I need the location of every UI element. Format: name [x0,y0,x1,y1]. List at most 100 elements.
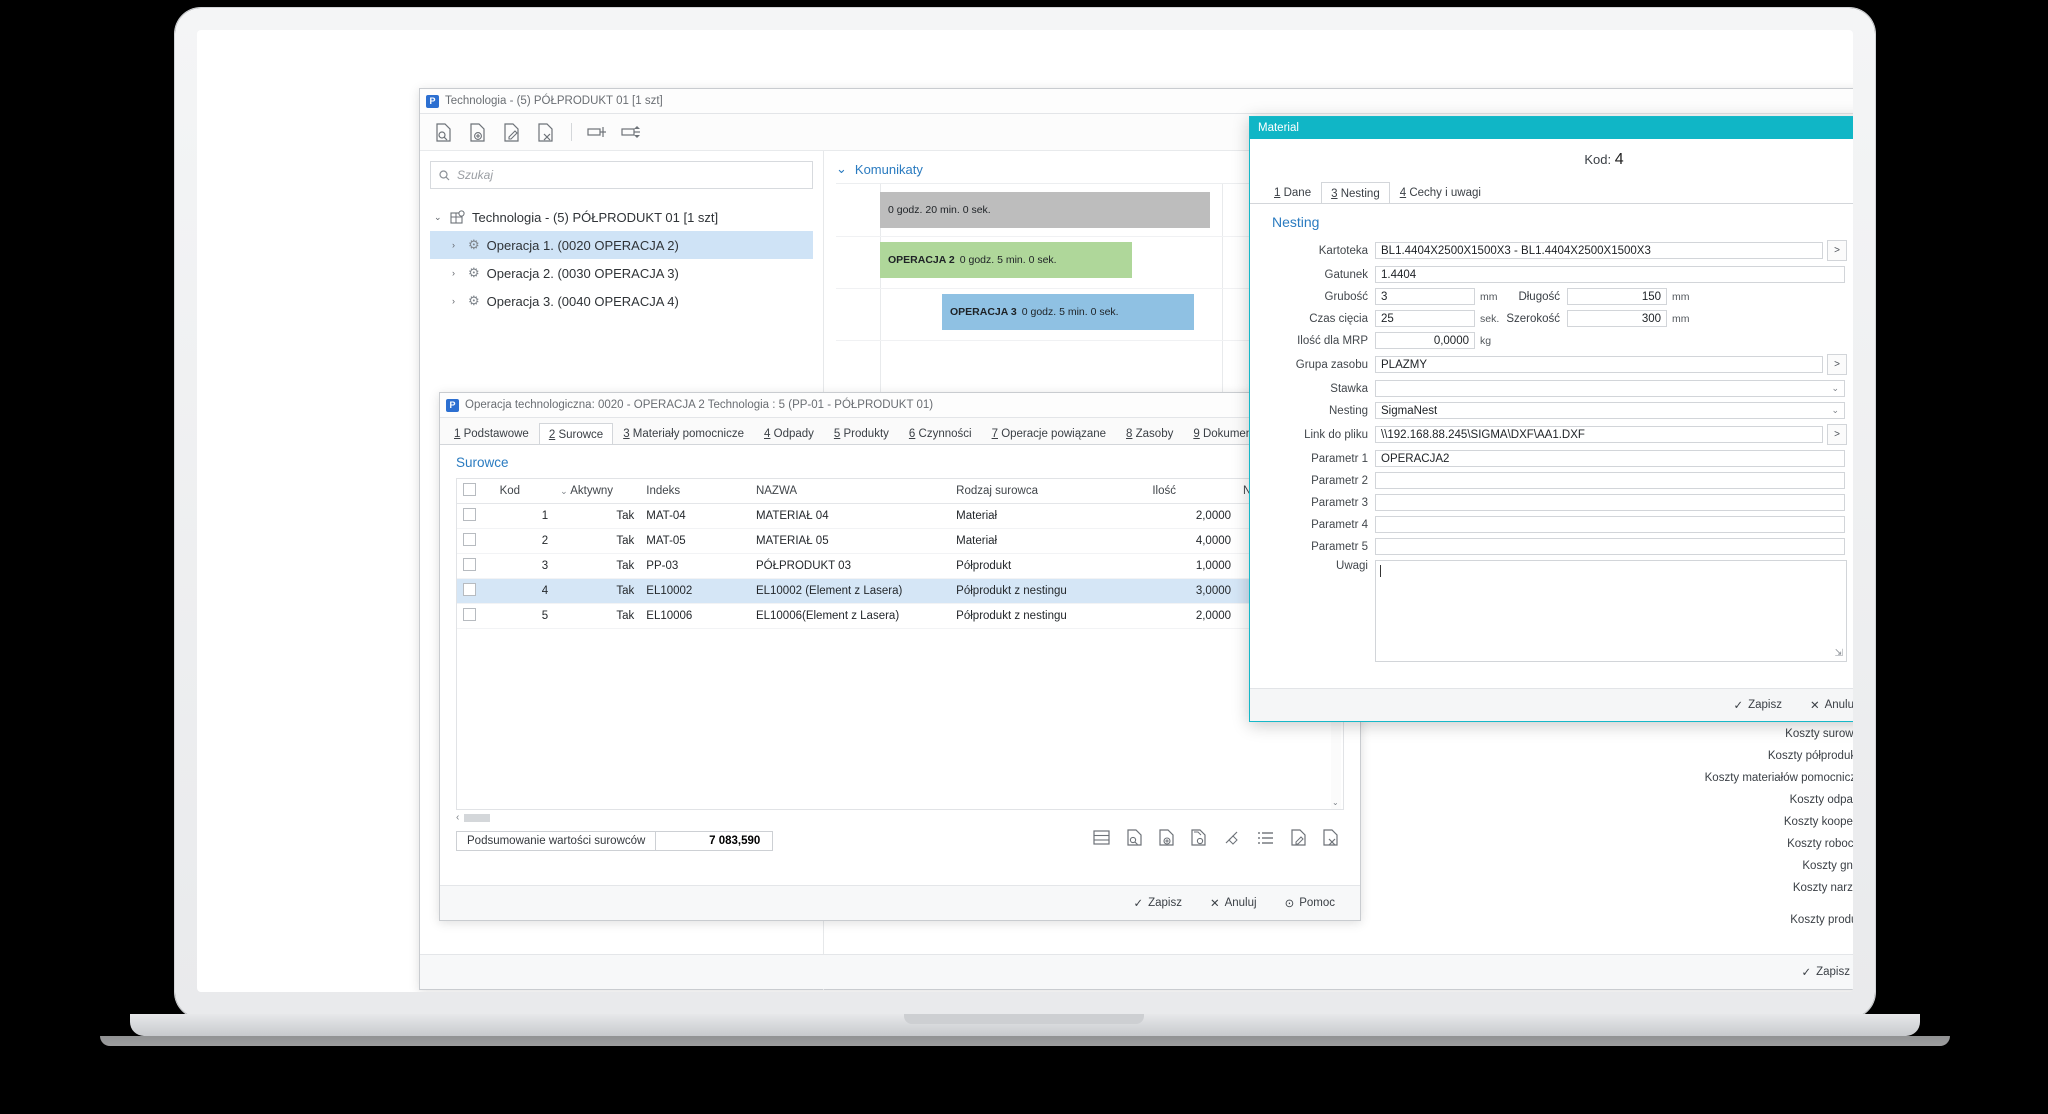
chevron-right-icon[interactable]: › [452,268,461,278]
parametr-1-input[interactable]: OPERACJA2 [1375,450,1845,467]
scrollbar-thumb[interactable] [464,813,491,822]
search-input[interactable]: Szukaj [430,161,813,189]
kartoteka-input[interactable]: BL1.4404X2500X1500X3 - BL1.4404X2500X150… [1375,242,1823,259]
tab-zasoby[interactable]: 8 Zasoby [1116,422,1183,444]
table-row[interactable]: 3 Tak PP-03 PÓŁPRODUKT 03 Półprodukt 1,0… [457,553,1343,579]
tab-surowce[interactable]: 2 Surowce [538,423,614,444]
row-checkbox[interactable] [457,528,494,554]
row-checkbox[interactable] [457,578,494,604]
parametr-4-input[interactable] [1375,516,1845,533]
scroll-down-icon[interactable]: ⌄ [1332,798,1339,807]
parametr-2-input[interactable] [1375,472,1845,489]
link-do-pliku-input[interactable]: \\192.168.88.245\SIGMA\DXF\AA1.DXF [1375,426,1823,443]
nesting-select[interactable]: SigmaNest ⌄ [1375,402,1845,419]
chevron-right-icon[interactable]: › [452,240,461,250]
tab-podstawowe[interactable]: 1 Podstawowe [444,422,539,444]
gantt-bar-operacja-3[interactable]: OPERACJA 3 0 godz. 5 min. 0 sek. [942,294,1194,330]
tab-nesting[interactable]: 3 Nesting [1321,182,1390,203]
row-checkbox[interactable] [457,603,494,629]
checkbox-icon[interactable] [463,533,476,546]
col-rodzaj-surowca[interactable]: Rodzaj surowca [950,479,1147,504]
tree-item-operacja-1[interactable]: › ⚙ Operacja 1. (0020 OPERACJA 2) [430,231,813,259]
col-kod[interactable]: Kod [493,479,555,504]
link-do-pliku-browse-button[interactable]: > [1827,424,1847,445]
operacja-window: P Operacja technologiczna: 0020 - OPERAC… [439,392,1361,921]
document-add-icon[interactable] [1159,829,1174,851]
tab-odpady[interactable]: 4 Odpady [754,422,824,444]
link-icon[interactable] [1223,830,1240,851]
parametr-3-input[interactable] [1375,494,1845,511]
arrow-move-icon[interactable] [619,119,645,145]
resize-handle-icon[interactable]: ⇲ [1835,648,1843,659]
document-delete-icon[interactable] [532,119,558,145]
chevron-down-icon[interactable]: ⌄ [836,161,847,177]
szerokosc-input[interactable]: 300 [1567,310,1667,327]
gantt-bar-total[interactable]: 0 godz. 20 min. 0 sek. [880,192,1210,228]
col-aktywny[interactable]: ⌄ Aktywny [554,479,641,504]
tree-item-operacja-3[interactable]: › ⚙ Operacja 3. (0040 OPERACJA 4) [430,287,813,315]
list-icon[interactable] [1257,831,1274,850]
save-button[interactable]: ✓ Zapisz [1790,960,1853,984]
document-search-icon[interactable] [1127,829,1142,851]
gatunek-input[interactable]: 1.4404 [1375,266,1845,283]
parametr-5-input[interactable] [1375,538,1845,555]
chevron-right-icon[interactable]: › [452,296,461,306]
uwagi-textarea[interactable]: ⇲ [1375,560,1847,662]
kod-value: 4 [1614,151,1624,168]
arrow-insert-icon[interactable] [585,119,611,145]
chevron-down-icon[interactable]: ⌄ [1831,405,1839,416]
checkbox-icon[interactable] [463,483,476,496]
scroll-left-icon[interactable]: ‹ [456,812,459,823]
document-edit-icon[interactable] [1291,829,1306,851]
material-dialog-title: Material [1258,122,1299,134]
dlugosc-input[interactable]: 150 [1567,288,1667,305]
tab-materialy-pomocnicze[interactable]: 3 Materiały pomocnicze [613,422,754,444]
tree-root[interactable]: ⌄ Technologia - (5) PÓŁPRODUKT 01 [1 szt… [430,203,813,231]
table-horizontal-scrollbar[interactable]: ‹ [440,812,1360,823]
cell-aktywny: Tak [554,503,641,529]
chevron-down-icon[interactable]: ⌄ [1831,383,1839,394]
field-link-do-pliku: Link do pliku \\192.168.88.245\SIGMA\DXF… [1250,424,1853,445]
document-copy-icon[interactable] [1191,829,1206,851]
col-indeks[interactable]: Indeks [640,479,750,504]
tab-produkty[interactable]: 5 Produkty [824,422,899,444]
chevron-down-icon[interactable]: ⌄ [434,212,443,223]
document-search-icon[interactable] [430,119,456,145]
checkbox-icon[interactable] [463,508,476,521]
gantt-bar-operacja-2[interactable]: OPERACJA 2 0 godz. 5 min. 0 sek. [880,242,1132,278]
table-row[interactable]: 4 Tak EL10002 EL10002 (Element z Lasera)… [457,578,1343,604]
checkbox-icon[interactable] [463,583,476,596]
grupa-zasobu-browse-button[interactable]: > [1827,354,1847,375]
table-row[interactable]: 5 Tak EL10006 EL10006(Element z Lasera) … [457,603,1343,629]
cancel-button[interactable]: ✕ Anuluj [1199,891,1268,915]
checkbox-icon[interactable] [463,558,476,571]
tab-dane[interactable]: 1 Dane [1264,181,1321,203]
select-all-checkbox-header[interactable] [457,479,494,504]
field-parametr-1: Parametr 1 OPERACJA2 [1250,450,1853,467]
col-ilosc[interactable]: Ilość [1146,479,1238,504]
document-add-icon[interactable] [464,119,490,145]
col-nazwa[interactable]: NAZWA [749,479,951,504]
help-button[interactable]: ⊙ Pomoc [1274,891,1346,915]
grupa-zasobu-input[interactable]: PLAZMY [1375,356,1823,373]
row-checkbox[interactable] [457,503,494,529]
grubosc-input[interactable]: 3 [1375,288,1475,305]
table-icon[interactable] [1093,830,1110,850]
row-checkbox[interactable] [457,553,494,579]
checkbox-icon[interactable] [463,608,476,621]
czas-ciecia-input[interactable]: 25 [1375,310,1475,327]
tree-item-operacja-2[interactable]: › ⚙ Operacja 2. (0030 OPERACJA 3) [430,259,813,287]
cancel-button[interactable]: ✕ Anuluj [1799,693,1853,717]
save-button[interactable]: ✓ Zapisz [1122,891,1193,915]
tab-cechy-i-uwagi[interactable]: 4 Cechy i uwagi [1390,181,1491,203]
stawka-select[interactable]: ⌄ [1375,380,1845,397]
table-row[interactable]: 1 Tak MAT-04 MATERIAŁ 04 Materiał 2,0000… [457,503,1343,529]
document-delete-icon[interactable] [1323,829,1338,851]
kartoteka-browse-button[interactable]: > [1827,240,1847,261]
tab-czynnosci[interactable]: 6 Czynności [899,422,982,444]
ilosc-mrp-input[interactable]: 0,0000 [1375,332,1475,349]
table-row[interactable]: 2 Tak MAT-05 MATERIAŁ 05 Materiał 4,0000… [457,528,1343,554]
tab-operacje-powiazane[interactable]: 7 Operacje powiązane [982,422,1116,444]
document-edit-icon[interactable] [498,119,524,145]
save-button[interactable]: ✓ Zapisz [1722,693,1793,717]
